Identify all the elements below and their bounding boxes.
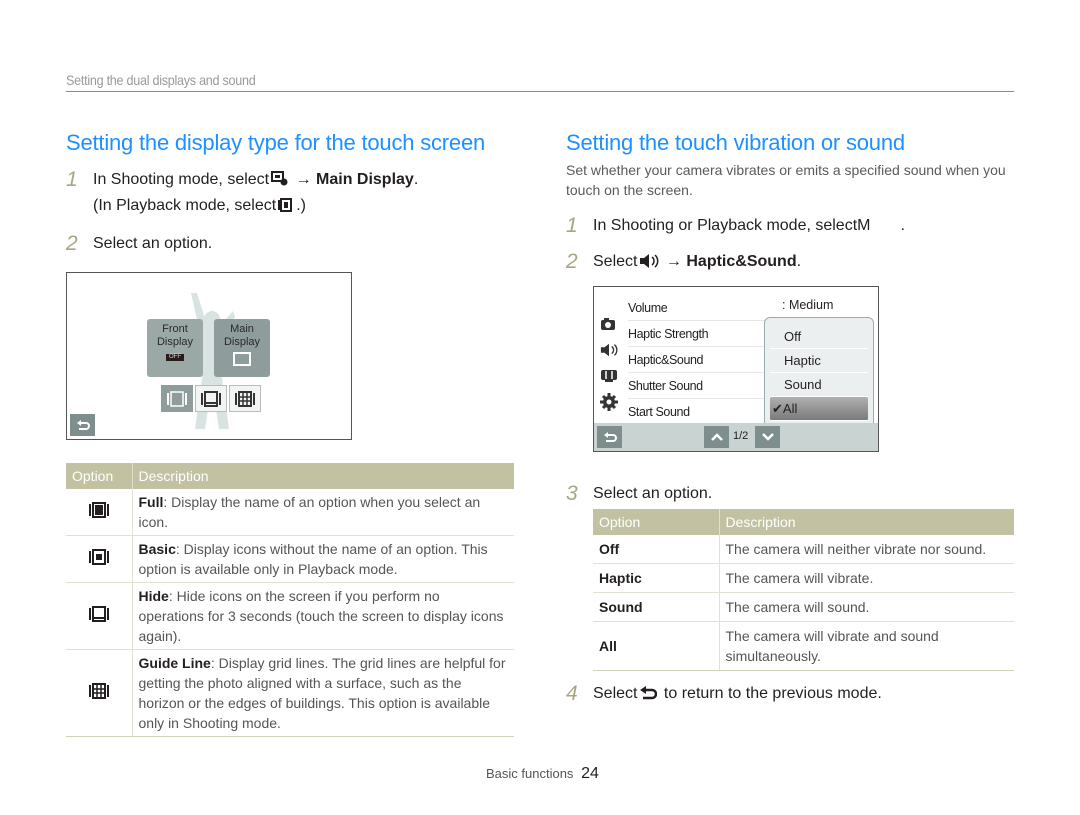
step-1: 1 In Shooting mode, select → Main Displa…: [66, 168, 516, 220]
page-indicator: 1/2: [733, 430, 749, 442]
gear-icon: [600, 393, 618, 411]
back-arrow-icon: [603, 432, 617, 442]
page-down-button[interactable]: [755, 426, 780, 448]
mode-hide-button[interactable]: [195, 385, 227, 412]
table-row: All The camera will vibrate and sound si…: [593, 621, 1014, 671]
menu-item-volume[interactable]: Volume: [628, 295, 788, 321]
footer-section: Basic functions: [486, 766, 574, 781]
step-3: 3 Select an option.: [566, 482, 713, 505]
touch-vibration-section: Setting the touch vibration or sound Set…: [566, 128, 1014, 276]
table-row: Full: Display the name of an option when…: [66, 489, 514, 536]
table-row: Basic: Display icons without the name of…: [66, 535, 514, 583]
haptic-sound-popup: Off Haptic Sound ✔All: [764, 317, 874, 429]
back-arrow-icon: [639, 684, 658, 708]
step-2: 2 Select → Haptic&Sound.: [566, 250, 1014, 276]
guide-line-icon: [235, 390, 255, 407]
popup-option-off[interactable]: Off: [770, 325, 868, 349]
display-options-table: Option Description Full: Display the nam…: [66, 463, 514, 737]
display-settings-tab[interactable]: [600, 363, 622, 389]
table-row: Off The camera will neither vibrate nor …: [593, 535, 1014, 564]
chevron-up-icon: [710, 433, 723, 441]
display-basic-icon: [88, 548, 109, 565]
chevron-down-icon: [761, 433, 774, 441]
section-title: Setting the display type for the touch s…: [66, 130, 486, 155]
speaker-icon: [639, 252, 659, 276]
table-header-description: Description: [718, 509, 1014, 535]
popup-option-sound[interactable]: Sound: [770, 373, 868, 397]
table-row: Guide Line: Display grid lines. The grid…: [66, 649, 514, 737]
mode-guide-line-button[interactable]: [229, 385, 261, 412]
popup-option-all[interactable]: ✔All: [770, 397, 868, 421]
display-mode-options: [161, 385, 261, 412]
display-basic-icon: [278, 196, 294, 220]
page-number: 24: [581, 765, 599, 782]
checkmark-icon: ✔: [772, 401, 783, 416]
section-intro: Set whether your camera vibrates or emit…: [566, 162, 1006, 198]
page-up-button[interactable]: [704, 426, 729, 448]
table-row: Haptic The camera will vibrate.: [593, 563, 1014, 593]
table-header-option: Option: [66, 463, 132, 489]
running-head: Setting the dual displays and sound: [66, 72, 1014, 92]
volume-value: : Medium: [782, 298, 834, 312]
off-badge: OFF: [166, 354, 184, 361]
haptic-options-table: Option Description Off The camera will n…: [593, 509, 1014, 671]
camera-icon: [601, 318, 615, 330]
speaker-icon: [600, 343, 618, 357]
main-display-button[interactable]: Main Display: [214, 319, 270, 377]
back-arrow-icon: [76, 420, 90, 430]
page-footer: Basic functions 24: [486, 765, 599, 783]
step-2: 2 Select an option.: [66, 232, 213, 255]
display-frame-icon: [167, 390, 187, 407]
step-4: 4 Select to return to the previous mode.: [566, 682, 1014, 708]
sound-settings-tab[interactable]: [600, 337, 622, 363]
display-hide-icon: [88, 605, 109, 622]
back-button[interactable]: [70, 414, 95, 436]
display-type-section: Setting the display type for the touch s…: [66, 128, 516, 256]
menu-glyph: M: [857, 217, 871, 234]
table-header-description: Description: [131, 463, 514, 489]
display-frame-icon: [233, 352, 251, 366]
table-header-option: Option: [593, 509, 719, 535]
camera-screen-display-type: Front Display OFF Main Display: [66, 272, 352, 440]
popup-option-haptic[interactable]: Haptic: [770, 349, 868, 373]
table-row: Sound The camera will sound.: [593, 592, 1014, 622]
screen-bottom-bar: 1/2: [594, 423, 878, 451]
camera-settings-tab[interactable]: [600, 311, 622, 337]
camera-screen-sound-settings: Volume Haptic Strength Haptic&Sound Shut…: [593, 286, 879, 452]
step-1: 1 In Shooting or Playback mode, selectM.: [566, 214, 905, 237]
section-title: Setting the touch vibration or sound: [566, 130, 905, 155]
display-hide-icon: [201, 390, 221, 407]
back-button[interactable]: [597, 426, 622, 448]
table-row: Hide: Hide icons on the screen if you pe…: [66, 582, 514, 650]
display-settings-icon: [271, 170, 289, 194]
guide-line-icon: [88, 682, 109, 699]
general-settings-tab[interactable]: [600, 389, 622, 415]
mode-full-button[interactable]: [161, 385, 193, 412]
settings-category-tabs: [600, 311, 622, 415]
display-icon: [601, 370, 617, 382]
front-display-button[interactable]: Front Display OFF: [147, 319, 203, 377]
display-full-icon: [88, 501, 109, 518]
